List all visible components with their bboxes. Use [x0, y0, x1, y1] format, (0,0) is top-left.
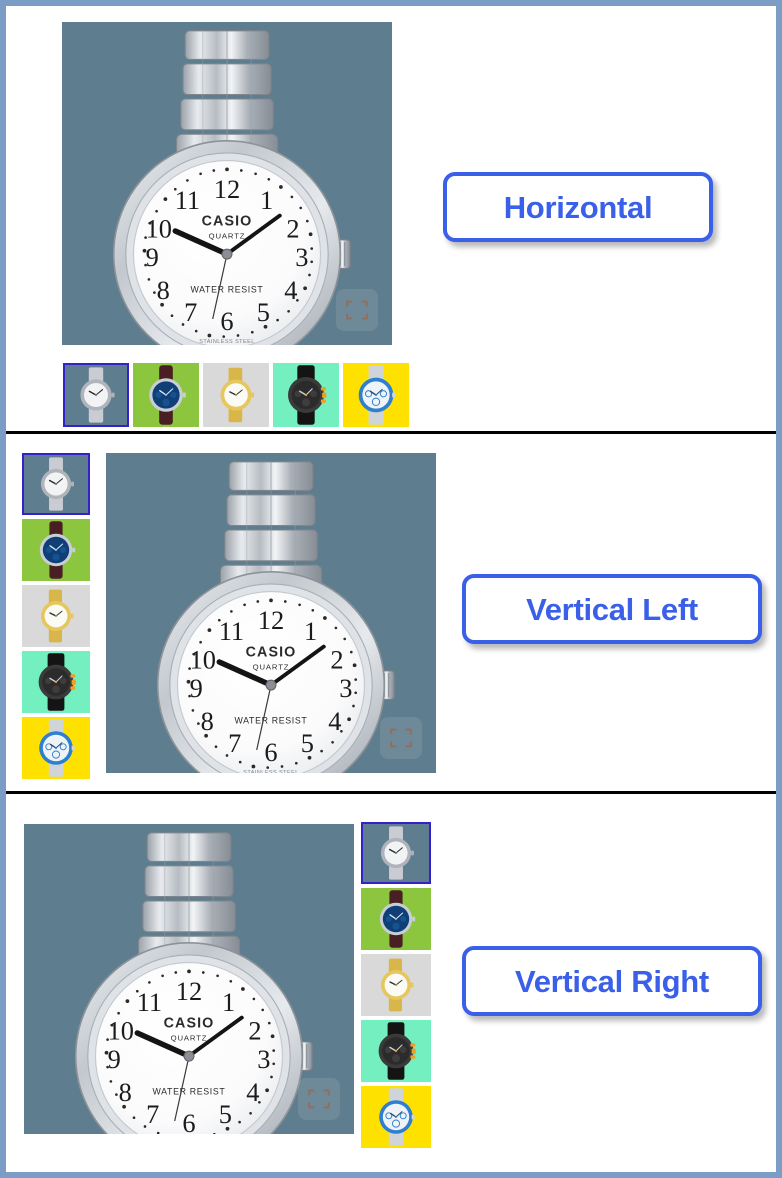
- thumbnail-strip-vertical-left[interactable]: [22, 453, 90, 779]
- thumbnail-strip-vertical-right[interactable]: [361, 822, 431, 1148]
- thumbnail-strip-horizontal[interactable]: [63, 363, 409, 427]
- thumbnail-item-black-chronograph-resin[interactable]: [361, 1020, 431, 1082]
- thumbnail-item-blue-silver-chronograph[interactable]: [343, 363, 409, 427]
- expand-fullscreen-icon[interactable]: [298, 1078, 340, 1120]
- layout-label-text: Vertical Left: [526, 591, 698, 627]
- thumbnail-item-silver-bracelet-white-dial[interactable]: [63, 363, 129, 427]
- layout-label-vertical-right: Vertical Right: [462, 946, 762, 1016]
- thumbnail-item-black-chronograph-resin[interactable]: [273, 363, 339, 427]
- main-image-viewer[interactable]: [24, 824, 354, 1134]
- layout-label-horizontal: Horizontal: [443, 172, 713, 242]
- expand-fullscreen-icon[interactable]: [336, 289, 378, 331]
- thumbnail-item-silver-bracelet-white-dial[interactable]: [361, 822, 431, 884]
- thumbnail-item-blue-silver-chronograph[interactable]: [22, 717, 90, 779]
- main-image-viewer[interactable]: [62, 22, 392, 345]
- gallery-layout-comparison-page: Horizontal Vertical Left Vertical Right: [0, 0, 782, 1178]
- thumbnail-item-blue-dial-brown-leather[interactable]: [22, 519, 90, 581]
- panel-horizontal: Horizontal: [6, 6, 776, 434]
- panel-vertical-left: Vertical Left: [6, 434, 776, 794]
- layout-label-vertical-left: Vertical Left: [462, 574, 762, 644]
- thumbnail-item-black-chronograph-resin[interactable]: [22, 651, 90, 713]
- panel-vertical-right: Vertical Right: [6, 794, 776, 1172]
- thumbnail-item-gold-bracelet-white-dial[interactable]: [361, 954, 431, 1016]
- thumbnail-item-blue-dial-brown-leather[interactable]: [361, 888, 431, 950]
- thumbnail-item-gold-bracelet-white-dial[interactable]: [22, 585, 90, 647]
- thumbnail-item-gold-bracelet-white-dial[interactable]: [203, 363, 269, 427]
- thumbnail-item-blue-dial-brown-leather[interactable]: [133, 363, 199, 427]
- expand-fullscreen-icon[interactable]: [380, 717, 422, 759]
- layout-label-text: Horizontal: [503, 189, 653, 225]
- main-image-viewer[interactable]: [106, 453, 436, 773]
- layout-label-text: Vertical Right: [515, 963, 709, 999]
- thumbnail-item-blue-silver-chronograph[interactable]: [361, 1086, 431, 1148]
- thumbnail-item-silver-bracelet-white-dial[interactable]: [22, 453, 90, 515]
